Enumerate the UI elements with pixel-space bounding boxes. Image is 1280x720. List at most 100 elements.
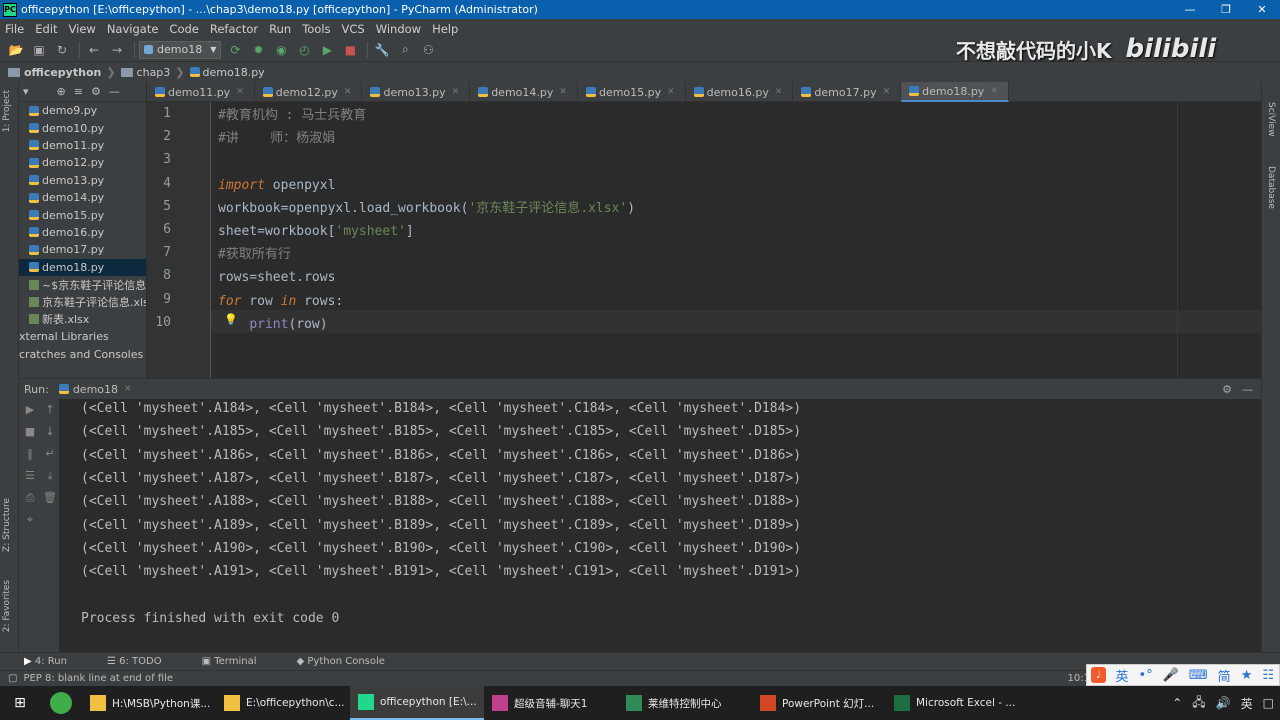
network-icon[interactable]: 🖧 xyxy=(1192,693,1205,714)
taskbar-item[interactable]: officepython [E:\... xyxy=(350,686,484,720)
collapse-icon[interactable]: ≡ xyxy=(74,85,83,98)
project-tree-item[interactable]: demo15.py xyxy=(19,206,146,223)
sync-icon[interactable]: ↻ xyxy=(52,40,72,60)
back-icon[interactable]: ← xyxy=(84,40,104,60)
close-button[interactable]: ✕ xyxy=(1244,0,1280,19)
close-icon[interactable]: ✕ xyxy=(883,87,891,97)
project-tree-item[interactable]: demo11.py xyxy=(19,137,146,154)
breadcrumb-project[interactable]: officepython xyxy=(8,66,101,79)
menu-vcs[interactable]: VCS xyxy=(337,22,371,36)
close-icon[interactable]: ✕ xyxy=(124,384,132,394)
gear-icon[interactable]: ⚙ xyxy=(1222,383,1232,396)
open-folder-icon[interactable]: 📂 xyxy=(6,40,26,60)
layout-icon[interactable]: ☰ xyxy=(19,465,41,487)
close-icon[interactable]: ✕ xyxy=(452,87,460,97)
project-tree-item[interactable]: demo17.py xyxy=(19,241,146,258)
menu-view[interactable]: View xyxy=(64,22,102,36)
taskbar-item[interactable]: E:\officepython\c... xyxy=(216,686,350,720)
taskbar-item[interactable]: PowerPoint 幻灯... xyxy=(752,686,886,720)
ime-grid-icon[interactable]: ☷ xyxy=(1262,668,1274,683)
scroll-to-end-icon[interactable]: ⤓ xyxy=(41,465,59,487)
pause-icon[interactable]: ‖ xyxy=(19,443,41,465)
stop-icon[interactable]: ■ xyxy=(19,421,41,443)
taskbar-item[interactable]: H:\MSB\Python课... xyxy=(82,686,216,720)
volume-icon[interactable]: 🔊 xyxy=(1216,696,1231,710)
breadcrumb-folder[interactable]: chap3 xyxy=(120,66,170,79)
project-tree-item[interactable]: demo18.py xyxy=(19,258,146,276)
console-output[interactable]: (<Cell 'mysheet'.A184>, <Cell 'mysheet'.… xyxy=(81,399,1251,653)
forward-icon[interactable]: → xyxy=(107,40,127,60)
project-tree-item[interactable]: ~$京东鞋子评论信息.xl xyxy=(19,276,146,293)
bottom-tab-todo[interactable]: ☰ 6: TODO xyxy=(107,656,182,667)
ime-keyboard-icon[interactable]: ⌨ xyxy=(1189,668,1208,683)
taskbar-item[interactable]: 莱维特控制中心 xyxy=(618,686,752,720)
run-config-select[interactable]: demo18 ▼ xyxy=(139,40,222,59)
save-icon[interactable]: ▣ xyxy=(29,40,49,60)
close-icon[interactable]: ✕ xyxy=(990,86,998,96)
bottom-tab-terminal[interactable]: ▣ Terminal xyxy=(202,656,277,667)
tray-lang[interactable]: 英 xyxy=(1241,695,1253,712)
soft-wrap-icon[interactable]: ↵ xyxy=(41,443,59,465)
taskbar-item[interactable]: Microsoft Excel - ... xyxy=(886,686,1020,720)
database-tool-tab[interactable]: Database xyxy=(1266,166,1276,209)
menu-run[interactable]: Run xyxy=(264,22,297,36)
rerun-icon[interactable]: ⟳ xyxy=(225,40,245,60)
notification-icon[interactable]: □ xyxy=(1263,696,1274,710)
concurrency-icon[interactable]: ▶ xyxy=(317,40,337,60)
hide-icon[interactable]: — xyxy=(109,85,120,98)
close-icon[interactable]: ✕ xyxy=(667,87,675,97)
editor-tab[interactable]: demo15.py ✕ xyxy=(578,82,686,102)
menu-help[interactable]: Help xyxy=(427,22,464,36)
editor-tab[interactable]: demo16.py ✕ xyxy=(686,82,794,102)
wrench-icon[interactable]: 🔧 xyxy=(372,40,392,60)
editor-tab[interactable]: demo17.py ✕ xyxy=(793,82,902,102)
ime-shirt-icon[interactable]: ★ xyxy=(1241,668,1253,683)
ime-lang[interactable]: 英 xyxy=(1116,666,1129,685)
editor-tab[interactable]: demo11.py ✕ xyxy=(147,82,255,102)
project-tree-item[interactable]: 京东鞋子评论信息.xlsx xyxy=(19,293,146,310)
start-button[interactable]: ⊞ xyxy=(0,686,40,720)
project-tree-item[interactable]: xternal Libraries xyxy=(19,328,146,345)
trash-icon[interactable]: 🗑 xyxy=(41,487,59,509)
project-tree-item[interactable]: demo13.py xyxy=(19,172,146,189)
maximize-button[interactable]: ❐ xyxy=(1208,0,1244,19)
run-again-icon[interactable]: ▶ xyxy=(19,399,41,421)
editor-tab[interactable]: demo14.py ✕ xyxy=(470,82,578,102)
lightbulb-icon[interactable]: 💡 xyxy=(224,313,238,326)
debug-icon[interactable]: ✹ xyxy=(248,40,268,60)
down-arrow-icon[interactable]: ↓ xyxy=(41,421,59,443)
project-tool-tab[interactable]: 1: Project xyxy=(2,90,12,132)
close-icon[interactable]: ✕ xyxy=(559,87,567,97)
gear-icon[interactable]: ⚙ xyxy=(91,85,101,98)
tray-up-arrow-icon[interactable]: ⌃ xyxy=(1172,696,1182,710)
ime-logo-icon[interactable]: ♩ xyxy=(1091,667,1106,683)
bottom-tab-python-console[interactable]: ◆ Python Console xyxy=(297,656,405,667)
menu-navigate[interactable]: Navigate xyxy=(102,22,165,36)
menu-window[interactable]: Window xyxy=(371,22,427,36)
run-tab-demo18[interactable]: demo18 ✕ xyxy=(58,383,132,396)
menu-refactor[interactable]: Refactor xyxy=(205,22,264,36)
project-tree-item[interactable]: demo10.py xyxy=(19,119,146,136)
ime-punct-icon[interactable]: •° xyxy=(1139,668,1153,683)
structure-tool-tab[interactable]: Z: Structure xyxy=(2,498,12,552)
minimize-button[interactable]: — xyxy=(1172,0,1208,19)
stop-icon[interactable]: ■ xyxy=(340,40,360,60)
project-tree-item[interactable]: demo16.py xyxy=(19,224,146,241)
project-tree-item[interactable]: 新表.xlsx xyxy=(19,311,146,328)
360-browser-icon[interactable] xyxy=(50,692,72,714)
close-icon[interactable]: ✕ xyxy=(236,87,244,97)
taskbar-item[interactable]: 超级音辅-聊天1 xyxy=(484,686,618,720)
sciview-tool-tab[interactable]: SciView xyxy=(1266,102,1276,137)
menu-file[interactable]: File xyxy=(0,22,30,36)
up-arrow-icon[interactable]: ↑ xyxy=(41,399,59,421)
menu-tools[interactable]: Tools xyxy=(297,22,336,36)
ime-mic-icon[interactable]: 🎤 xyxy=(1163,668,1179,683)
print-icon[interactable]: ⎙ xyxy=(19,487,41,509)
project-tree-item[interactable]: demo9.py xyxy=(19,102,146,119)
profile-icon[interactable]: ◴ xyxy=(294,40,314,60)
pin-icon[interactable]: ⌖ xyxy=(19,509,41,531)
editor-tab[interactable]: demo18.py ✕ xyxy=(901,82,1009,102)
close-icon[interactable]: ✕ xyxy=(344,87,352,97)
code-editor[interactable]: 1 2 3 4 5 6 7 8 9 10 #教育机构 : 马士兵教育 #讲 师：杨淑娟 import … xyxy=(147,102,1261,378)
locate-icon[interactable]: ⊕ xyxy=(57,85,66,98)
